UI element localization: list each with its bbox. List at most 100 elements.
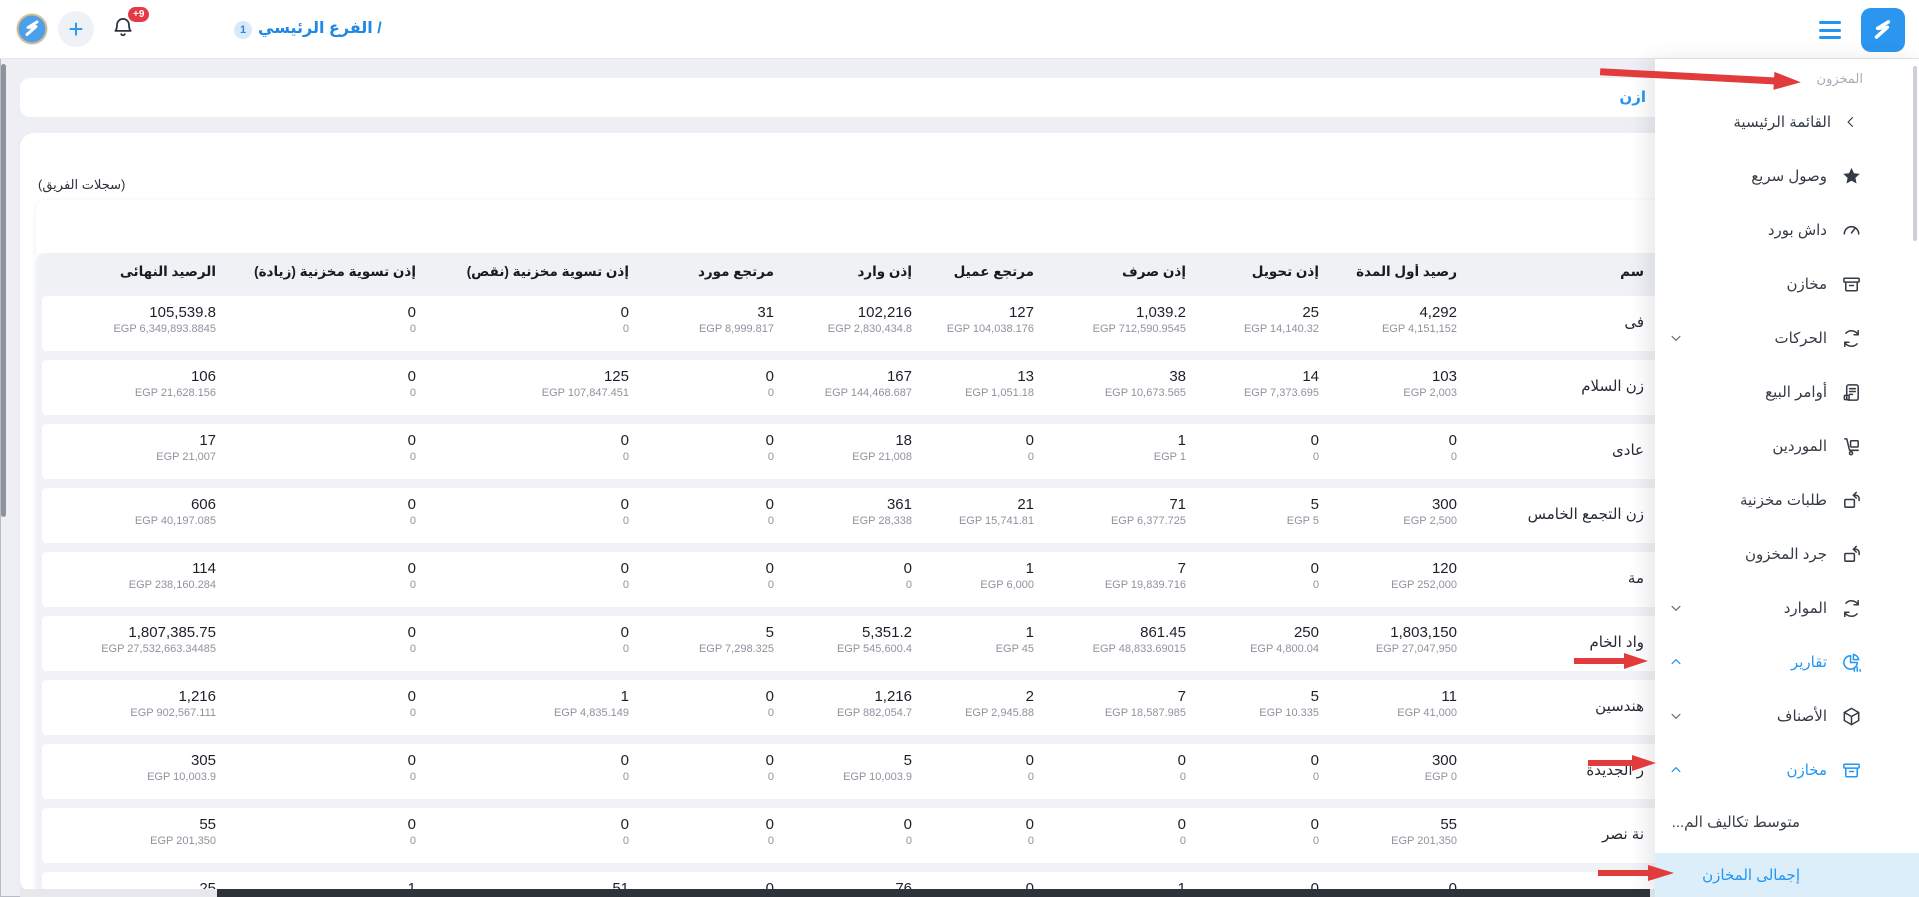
sidebar-item-label: تقارير <box>1791 653 1827 671</box>
sidebar-item[interactable]: وصول سريع <box>1655 149 1919 203</box>
value-cell-final: 106EGP 21,628.156 <box>42 360 226 415</box>
sidebar-item-label: مخازن <box>1786 761 1827 779</box>
supplier-icon <box>1839 434 1863 458</box>
notification-badge: +9 <box>128 7 149 22</box>
sidebar-item-label: داش بورد <box>1768 221 1827 239</box>
invoice-icon <box>1839 380 1863 404</box>
sidebar: المخزون القائمة الرئيسيةوصول سريعداش بور… <box>1655 59 1919 897</box>
sidebar-item-label: القائمة الرئيسية <box>1733 113 1831 131</box>
value-cell-transfer: 00 <box>1196 552 1329 607</box>
column-header-customer_return: مرتجع عميل <box>922 264 1044 280</box>
table-card: سمرصيد أول المدةإذن تحويلإذن صرفمرتجع عم… <box>36 200 1890 897</box>
value-cell-customer_return: 00 <box>922 424 1044 479</box>
value-cell-final: 1,216EGP 902,567.111 <box>42 680 226 735</box>
value-cell-supplier_return: 5EGP 7,298.325 <box>639 616 784 671</box>
sidebar-scrollbar[interactable] <box>1913 66 1917 241</box>
horizontal-scrollbar-track[interactable] <box>20 889 1655 897</box>
sidebar-subitem[interactable]: متوسط تكاليف الم... <box>1655 797 1919 847</box>
column-header-adjust_decrease: إذن تسوية مخزنية (نقص) <box>426 264 639 280</box>
sidebar-item[interactable]: مخازن <box>1655 743 1919 797</box>
chevron-left-icon <box>1839 110 1863 134</box>
value-cell-customer_return: 00 <box>922 744 1044 799</box>
sidebar-item[interactable]: تقارير <box>1655 635 1919 689</box>
sidebar-item[interactable]: الموارد <box>1655 581 1919 635</box>
table-row[interactable]: عادى00001EGP 10018EGP 21,00800000017EGP … <box>42 424 1884 479</box>
value-cell-issue: 00 <box>1044 744 1196 799</box>
sidebar-subitem[interactable]: إجمالى المخازن <box>1655 853 1919 897</box>
breadcrumb[interactable]: الفرع الرئيسي / <box>258 18 382 38</box>
refresh-icon <box>1839 326 1863 350</box>
app-window: { "colors": { "accent_blue": "#2196f3", … <box>0 0 1919 897</box>
table-row[interactable]: نة نصر55EGP 201,3500000000000000055EGP 2… <box>42 808 1884 863</box>
horizontal-scrollbar-thumb[interactable] <box>217 889 1650 897</box>
table-row[interactable]: هندسين11EGP 41,0005EGP 10.3357EGP 18,587… <box>42 680 1884 735</box>
value-cell-opening: 00 <box>1329 424 1467 479</box>
topbar: + +9 1 الفرع الرئيسي / <box>0 0 1919 59</box>
vertical-scrollbar[interactable] <box>1 64 6 517</box>
chevron-down-icon <box>1669 331 1683 345</box>
column-header-opening: رصيد أول المدة <box>1329 264 1467 280</box>
sidebar-item[interactable]: الحركات <box>1655 311 1919 365</box>
transfer-box-icon <box>1839 488 1863 512</box>
value-cell-issue: 00 <box>1044 808 1196 863</box>
value-cell-customer_return: 21EGP 15,741.81 <box>922 488 1044 543</box>
value-cell-adjust_increase: 00 <box>226 360 426 415</box>
value-cell-transfer: 00 <box>1196 808 1329 863</box>
sidebar-item-label: وصول سريع <box>1751 167 1827 185</box>
column-header-final: الرصيد النهائى <box>42 264 226 280</box>
sidebar-item[interactable]: طلبات مخزنية <box>1655 473 1919 527</box>
sidebar-item[interactable]: داش بورد <box>1655 203 1919 257</box>
value-cell-issue: 38EGP 10,673.565 <box>1044 360 1196 415</box>
value-cell-transfer: 14EGP 7,373.695 <box>1196 360 1329 415</box>
value-cell-supplier_return: 00 <box>639 424 784 479</box>
sidebar-item[interactable]: الموردين <box>1655 419 1919 473</box>
value-cell-transfer: 00 <box>1196 424 1329 479</box>
column-header-transfer: إذن تحويل <box>1196 264 1329 280</box>
annotation-arrow <box>1586 753 1658 773</box>
sidebar-item[interactable]: جرد المخزون <box>1655 527 1919 581</box>
table-header-row: سمرصيد أول المدةإذن تحويلإذن صرفمرتجع عم… <box>42 253 1884 291</box>
sidebar-item-label: طلبات مخزنية <box>1740 491 1827 509</box>
value-cell-incoming: 18EGP 21,008 <box>784 424 922 479</box>
company-avatar[interactable] <box>16 13 48 45</box>
sidebar-item[interactable]: أوامر البيع <box>1655 365 1919 419</box>
value-cell-adjust_increase: 00 <box>226 552 426 607</box>
value-cell-adjust_decrease: 00 <box>426 424 639 479</box>
value-cell-issue: 1,039.2EGP 712,590.9545 <box>1044 296 1196 351</box>
sidebar-item[interactable]: القائمة الرئيسية <box>1655 95 1919 149</box>
add-button[interactable]: + <box>58 11 94 47</box>
value-cell-incoming: 00 <box>784 808 922 863</box>
app-logo[interactable] <box>1861 8 1905 52</box>
transfer-box-icon <box>1839 542 1863 566</box>
value-cell-adjust_increase: 00 <box>226 616 426 671</box>
value-cell-adjust_decrease: 00 <box>426 808 639 863</box>
notifications-button[interactable]: +9 <box>110 14 144 48</box>
table-row[interactable]: زن التجمع الخامس300EGP 2,5005EGP 571EGP … <box>42 488 1884 543</box>
value-cell-customer_return: 1EGP 45 <box>922 616 1044 671</box>
value-cell-transfer: 5EGP 10.335 <box>1196 680 1329 735</box>
value-cell-adjust_decrease: 00 <box>426 744 639 799</box>
value-cell-issue: 71EGP 6,377.725 <box>1044 488 1196 543</box>
annotation-arrow <box>1596 863 1676 883</box>
value-cell-supplier_return: 00 <box>639 552 784 607</box>
value-cell-adjust_decrease: 00 <box>426 296 639 351</box>
menu-toggle-button[interactable] <box>1819 21 1841 39</box>
value-cell-supplier_return: 00 <box>639 744 784 799</box>
value-cell-supplier_return: 00 <box>639 488 784 543</box>
chevron-up-icon <box>1669 655 1683 669</box>
app-logo-icon <box>1870 17 1896 43</box>
table-row[interactable]: مة120EGP 252,000007EGP 19,839.7161EGP 6,… <box>42 552 1884 607</box>
chevron-up-icon <box>1669 763 1683 777</box>
value-cell-supplier_return: 00 <box>639 360 784 415</box>
gauge-icon <box>1839 218 1863 242</box>
table-row[interactable]: فى4,292EGP 4,151,15225EGP 14,140.321,039… <box>42 296 1884 351</box>
sidebar-item[interactable]: مخازن <box>1655 257 1919 311</box>
value-cell-issue: 861.45EGP 48,833.69015 <box>1044 616 1196 671</box>
sidebar-item[interactable]: الأصناف <box>1655 689 1919 743</box>
value-cell-opening: 55EGP 201,350 <box>1329 808 1467 863</box>
value-cell-incoming: 5EGP 10,003.9 <box>784 744 922 799</box>
value-cell-final: 606EGP 40,197.085 <box>42 488 226 543</box>
value-cell-adjust_decrease: 125EGP 107,847.451 <box>426 360 639 415</box>
table-row[interactable]: زن السلام103EGP 2,00314EGP 7,373.69538EG… <box>42 360 1884 415</box>
value-cell-adjust_decrease: 1EGP 4,835.149 <box>426 680 639 735</box>
